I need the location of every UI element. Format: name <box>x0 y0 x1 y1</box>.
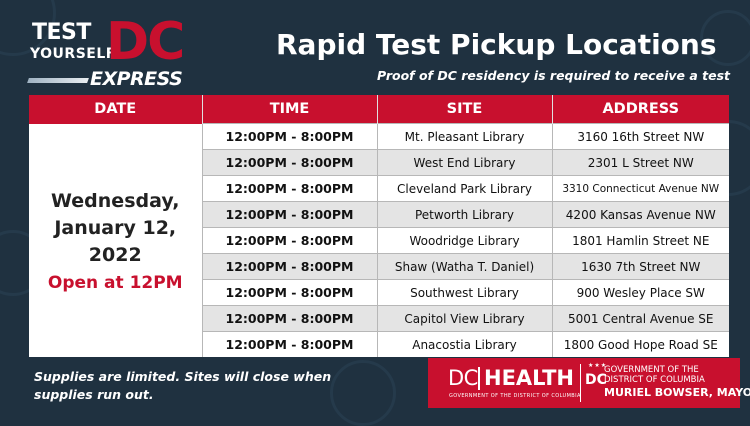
site-cell: West End Library <box>376 149 552 176</box>
time-cell: 12:00PM - 8:00PM <box>201 227 377 254</box>
page-title: Rapid Test Pickup Locations <box>276 28 717 61</box>
address-cell: 3160 16th Street NW <box>551 123 729 150</box>
logo-dc: DC <box>106 12 185 72</box>
date-cell: Wednesday, January 12, 2022 Open at 12PM <box>29 123 202 357</box>
date-line: 2022 <box>88 243 142 266</box>
dc-health-subline: GOVERNMENT OF THE DISTRICT OF COLUMBIA <box>449 393 581 399</box>
open-time-note: Open at 12PM <box>47 272 183 293</box>
site-cell: Petworth Library <box>376 201 552 228</box>
date-line: Wednesday, <box>51 189 180 212</box>
site-cell: Anacostia Library <box>376 331 552 357</box>
time-cell: 12:00PM - 8:00PM <box>201 149 377 176</box>
dc-health-dc: DC <box>448 366 478 390</box>
time-cell: 12:00PM - 8:00PM <box>201 123 377 150</box>
site-cell: Mt. Pleasant Library <box>376 123 552 150</box>
page-subtitle: Proof of DC residency is required to rec… <box>377 68 730 83</box>
address-cell: 900 Wesley Place SW <box>551 279 729 306</box>
time-cell: 12:00PM - 8:00PM <box>201 331 377 357</box>
dc-health-logo: DC HEALTH GOVERNMENT OF THE DISTRICT OF … <box>428 358 750 408</box>
dc-health-divider <box>478 367 480 390</box>
header-site: SITE <box>376 95 552 124</box>
locations-table: DATE TIME SITE ADDRESS Wednesday, Januar… <box>29 95 729 357</box>
header-time: TIME <box>201 95 377 124</box>
site-cell: Shaw (Watha T. Daniel) <box>376 253 552 280</box>
site-cell: Woodridge Library <box>376 227 552 254</box>
time-cell: 12:00PM - 8:00PM <box>201 175 377 202</box>
dc-health-word: HEALTH <box>484 366 574 390</box>
site-cell: Capitol View Library <box>376 305 552 332</box>
logo-stripe <box>27 78 89 83</box>
time-cell: 12:00PM - 8:00PM <box>201 305 377 332</box>
supplies-note: Supplies are limited. Sites will close w… <box>34 369 332 402</box>
address-cell: 1801 Hamlin Street NE <box>551 227 729 254</box>
address-cell: 5001 Central Avenue SE <box>551 305 729 332</box>
gov-line1: GOVERNMENT OF THE <box>604 365 699 375</box>
time-cell: 12:00PM - 8:00PM <box>201 201 377 228</box>
date-line: January 12, <box>54 216 177 239</box>
address-cell: 1630 7th Street NW <box>551 253 729 280</box>
table-header-row: DATE TIME SITE ADDRESS <box>29 95 729 124</box>
header-address: ADDRESS <box>551 95 729 124</box>
mayor-name: MURIEL BOWSER, MAYOR <box>604 386 750 399</box>
site-cell: Cleveland Park Library <box>376 175 552 202</box>
table-row: Wednesday, January 12, 2022 Open at 12PM… <box>29 123 729 357</box>
virus-decoration <box>330 360 396 426</box>
address-cell: 3310 Connecticut Avenue NW <box>551 175 729 202</box>
logo-express: EXPRESS <box>90 68 183 90</box>
header-date: DATE <box>29 95 202 124</box>
logo-divider <box>580 364 581 402</box>
address-cell: 1800 Good Hope Road SE <box>551 331 729 357</box>
test-yourself-dc-logo: TEST YOURSELF DC EXPRESS <box>18 12 193 90</box>
time-cell: 12:00PM - 8:00PM <box>201 279 377 306</box>
gov-line2: DISTRICT OF COLUMBIA <box>604 375 705 385</box>
address-cell: 2301 L Street NW <box>551 149 729 176</box>
time-cell: 12:00PM - 8:00PM <box>201 253 377 280</box>
logo-yourself: YOURSELF <box>30 46 116 62</box>
address-cell: 4200 Kansas Avenue NW <box>551 201 729 228</box>
site-cell: Southwest Library <box>376 279 552 306</box>
logo-test: TEST <box>32 20 91 45</box>
